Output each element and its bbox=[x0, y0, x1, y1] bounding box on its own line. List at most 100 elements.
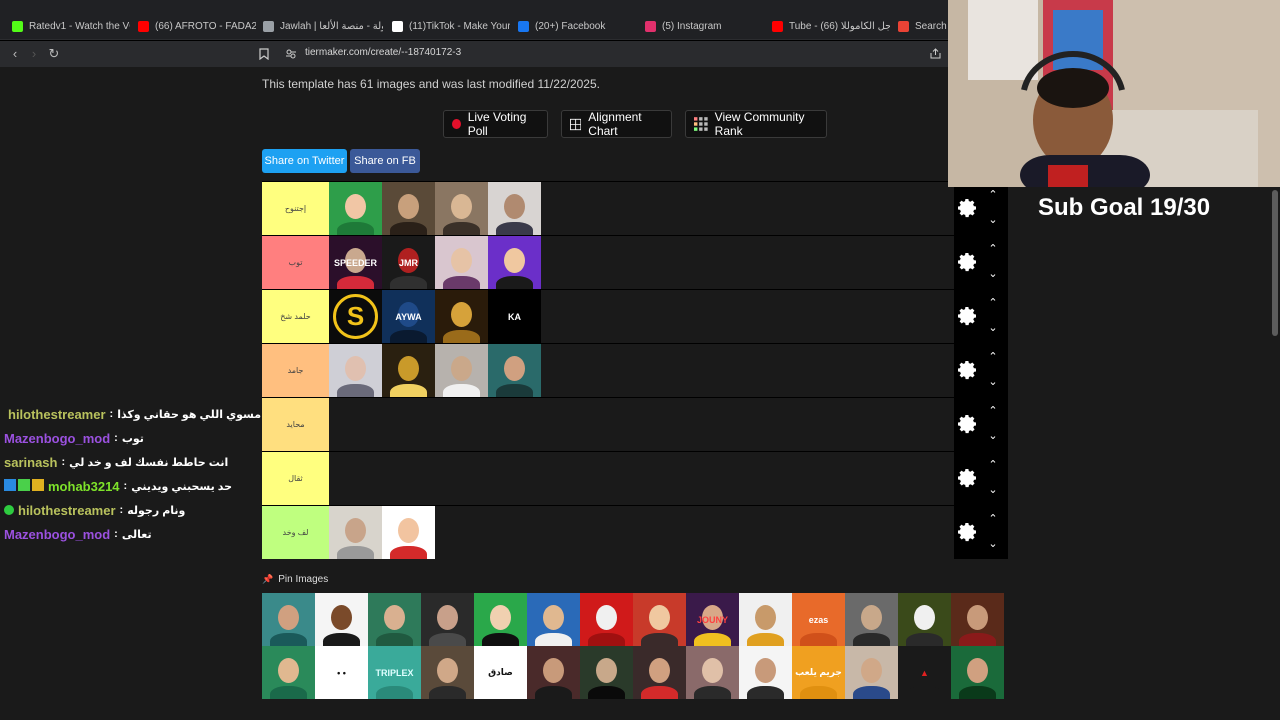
tier-image[interactable] bbox=[633, 593, 686, 646]
tier-image[interactable] bbox=[421, 593, 474, 646]
move-up-icon[interactable]: ⌃ bbox=[986, 243, 1000, 255]
tier-image[interactable] bbox=[580, 646, 633, 699]
tier-image[interactable] bbox=[435, 290, 488, 343]
tier-image[interactable] bbox=[527, 593, 580, 646]
tier-image[interactable] bbox=[421, 646, 474, 699]
move-up-icon[interactable]: ⌃ bbox=[986, 405, 1000, 417]
tier-image[interactable] bbox=[845, 646, 898, 699]
tier-image[interactable] bbox=[898, 593, 951, 646]
tier-image[interactable]: • • bbox=[315, 646, 368, 699]
move-up-icon[interactable]: ⌃ bbox=[986, 459, 1000, 471]
gear-icon[interactable] bbox=[958, 252, 978, 272]
tier-image[interactable]: TRIPLEX bbox=[368, 646, 421, 699]
tier-image[interactable] bbox=[435, 236, 488, 289]
tier-image[interactable] bbox=[845, 593, 898, 646]
community-rank-button[interactable]: View Community Rank bbox=[685, 110, 827, 138]
chat-username[interactable]: Mazenbogo_mod bbox=[4, 527, 110, 542]
chat-username[interactable]: hilothestreamer bbox=[18, 503, 116, 518]
share-twitter-button[interactable]: Share on Twitter bbox=[262, 149, 347, 173]
move-down-icon[interactable]: ⌄ bbox=[986, 430, 1000, 442]
tier-image[interactable] bbox=[329, 182, 382, 235]
tier-image[interactable] bbox=[527, 646, 580, 699]
move-down-icon[interactable]: ⌄ bbox=[986, 268, 1000, 280]
tier-image[interactable] bbox=[951, 593, 1004, 646]
tier-image[interactable]: جريم يلعب bbox=[792, 646, 845, 699]
tier-image[interactable] bbox=[488, 236, 541, 289]
browser-tab[interactable]: (11)TikTok - Make Your Da bbox=[392, 14, 510, 38]
move-down-icon[interactable]: ⌄ bbox=[986, 322, 1000, 334]
tier-label[interactable]: محايد bbox=[262, 398, 329, 451]
tier-image[interactable] bbox=[488, 182, 541, 235]
browser-tab[interactable]: (20+) Facebook bbox=[518, 14, 636, 38]
tier-image[interactable] bbox=[488, 344, 541, 397]
bookmark-icon[interactable] bbox=[259, 48, 269, 60]
forward-icon[interactable]: › bbox=[25, 45, 43, 63]
browser-tab[interactable]: (5) Instagram bbox=[645, 14, 763, 38]
gear-icon[interactable] bbox=[958, 414, 978, 434]
tier-image[interactable] bbox=[382, 182, 435, 235]
tier-image[interactable]: S bbox=[329, 290, 382, 343]
gear-icon[interactable] bbox=[958, 522, 978, 542]
tier-image[interactable] bbox=[474, 593, 527, 646]
tier-image[interactable] bbox=[382, 506, 435, 559]
tier-image[interactable]: KA bbox=[488, 290, 541, 343]
tier-image[interactable] bbox=[329, 344, 382, 397]
tier-image[interactable] bbox=[686, 646, 739, 699]
tier-image[interactable] bbox=[951, 646, 1004, 699]
tier-image[interactable]: ▲ bbox=[898, 646, 951, 699]
browser-tab[interactable]: Jawlah | جولة - منصة الألعا bbox=[263, 14, 383, 38]
move-up-icon[interactable]: ⌃ bbox=[986, 351, 1000, 363]
tier-label[interactable]: حلمد شخ bbox=[262, 290, 329, 343]
tier-label[interactable]: توب bbox=[262, 236, 329, 289]
tier-image[interactable] bbox=[739, 646, 792, 699]
tier-image[interactable] bbox=[315, 593, 368, 646]
chat-username[interactable]: mohab3214 bbox=[48, 479, 120, 494]
tier-image[interactable] bbox=[435, 344, 488, 397]
tier-image[interactable] bbox=[382, 344, 435, 397]
browser-tab[interactable]: Search bbox=[898, 14, 948, 38]
move-down-icon[interactable]: ⌄ bbox=[986, 376, 1000, 388]
address-bar[interactable]: tiermaker.com/create/--18740172-3 bbox=[259, 45, 941, 63]
tier-image[interactable]: SPEEDER bbox=[329, 236, 382, 289]
tier-image[interactable] bbox=[262, 646, 315, 699]
live-voting-button[interactable]: Live Voting Poll bbox=[443, 110, 548, 138]
move-up-icon[interactable]: ⌃ bbox=[986, 513, 1000, 525]
tier-image[interactable] bbox=[329, 506, 382, 559]
reload-icon[interactable]: ↻ bbox=[45, 45, 63, 63]
tier-image[interactable] bbox=[580, 593, 633, 646]
move-up-icon[interactable]: ⌃ bbox=[986, 189, 1000, 201]
gear-icon[interactable] bbox=[958, 306, 978, 326]
tier-label[interactable]: جامد bbox=[262, 344, 329, 397]
tier-image[interactable] bbox=[262, 593, 315, 646]
tier-label[interactable]: إجتنوح bbox=[262, 182, 329, 235]
gear-icon[interactable] bbox=[958, 360, 978, 380]
chat-username[interactable]: sarinash bbox=[4, 455, 57, 470]
tier-label[interactable]: لف وخد bbox=[262, 506, 329, 559]
share-fb-button[interactable]: Share on FB bbox=[350, 149, 420, 173]
chat-username[interactable]: hilothestreamer bbox=[8, 407, 106, 422]
alignment-chart-button[interactable]: Alignment Chart bbox=[561, 110, 672, 138]
move-up-icon[interactable]: ⌃ bbox=[986, 297, 1000, 309]
tier-image[interactable]: ezas bbox=[792, 593, 845, 646]
tier-image[interactable] bbox=[435, 182, 488, 235]
tier-image[interactable] bbox=[633, 646, 686, 699]
tier-label[interactable]: ثقال bbox=[262, 452, 329, 505]
chat-username[interactable]: Mazenbogo_mod bbox=[4, 431, 110, 446]
share-icon[interactable] bbox=[930, 48, 941, 59]
gear-icon[interactable] bbox=[958, 198, 978, 218]
site-settings-icon[interactable] bbox=[285, 48, 297, 60]
tier-image[interactable]: JMR bbox=[382, 236, 435, 289]
browser-tab[interactable]: Ratedv1 - Watch the VOD bbox=[12, 14, 130, 38]
tier-image[interactable]: صادق bbox=[474, 646, 527, 699]
gear-icon[interactable] bbox=[958, 468, 978, 488]
tier-image[interactable] bbox=[739, 593, 792, 646]
tier-image[interactable]: JOUNY bbox=[686, 593, 739, 646]
move-down-icon[interactable]: ⌄ bbox=[986, 538, 1000, 550]
back-icon[interactable]: ‹ bbox=[6, 45, 24, 63]
move-down-icon[interactable]: ⌄ bbox=[986, 484, 1000, 496]
browser-tab[interactable]: Tube - الرجل الكاموللا (66) bbox=[772, 14, 890, 38]
tier-image[interactable] bbox=[368, 593, 421, 646]
pin-images-label[interactable]: 📌 Pin Images bbox=[262, 574, 328, 585]
tier-image[interactable]: AYWA bbox=[382, 290, 435, 343]
page-scrollbar[interactable] bbox=[1272, 190, 1278, 336]
